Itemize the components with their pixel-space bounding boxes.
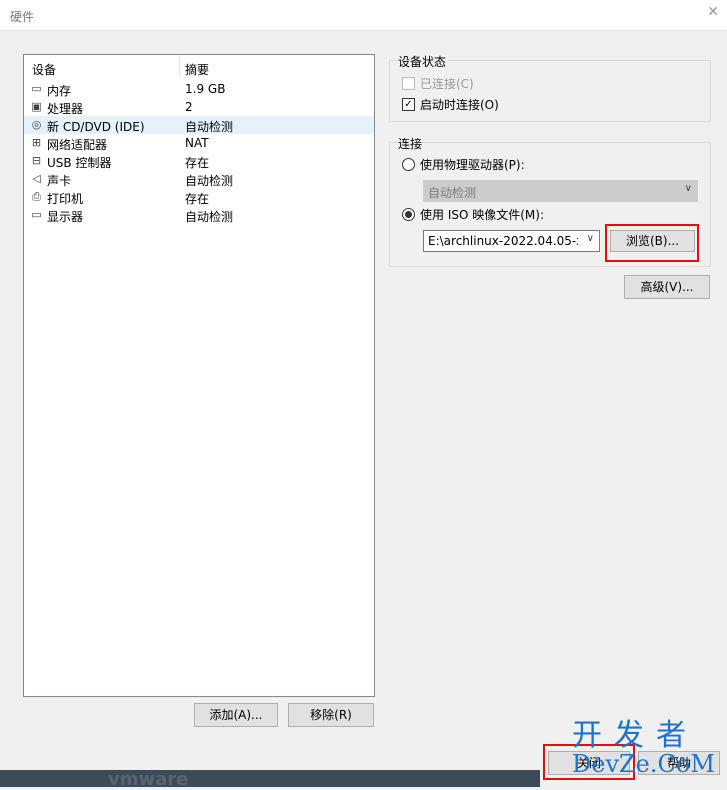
- physical-drive-label: 使用物理驱动器(P):: [420, 158, 525, 172]
- device-name: 处理器: [47, 102, 84, 116]
- device-summary: 存在: [185, 156, 210, 170]
- title-bar: 硬件 ✕: [0, 0, 727, 31]
- column-header-device[interactable]: 设备: [32, 61, 56, 78]
- device-summary: 存在: [185, 192, 210, 206]
- network-adapter-icon: ⊞: [31, 136, 42, 149]
- window-title: 硬件: [10, 10, 35, 24]
- iso-path-value: E:\archlinux-2022.04.05-x86_64.iso: [428, 234, 578, 248]
- iso-path-select[interactable]: E:\archlinux-2022.04.05-x86_64.iso ∨: [423, 230, 600, 252]
- list-item[interactable]: ▭ 显示器 自动检测: [24, 206, 374, 224]
- connected-label: 已连接(C): [420, 77, 474, 91]
- device-name: 打印机: [47, 192, 84, 206]
- remove-button[interactable]: 移除(R): [288, 703, 374, 727]
- iso-image-radio[interactable]: [402, 208, 415, 221]
- device-summary: 2: [185, 100, 193, 114]
- connect-at-power-on-checkbox[interactable]: ✓: [402, 98, 415, 111]
- device-name: 网络适配器: [47, 138, 108, 152]
- physical-drive-select[interactable]: 自动检测 ∨: [423, 180, 698, 202]
- advanced-button[interactable]: 高级(V)...: [624, 275, 710, 299]
- watermark: 开发者 DevZe.CoM: [572, 718, 722, 778]
- watermark-line2: DevZe.CoM: [572, 750, 715, 778]
- column-header-summary[interactable]: 摘要: [185, 61, 209, 78]
- physical-drive-select-value: 自动检测: [428, 186, 477, 200]
- list-item[interactable]: ◁ 声卡 自动检测: [24, 170, 374, 188]
- device-name: USB 控制器: [47, 156, 112, 170]
- list-item[interactable]: ▣ 处理器 2: [24, 98, 374, 116]
- connection-title: 连接: [397, 135, 424, 152]
- list-item[interactable]: ▭ 内存 1.9 GB: [24, 80, 374, 98]
- chevron-down-icon: ∨: [586, 233, 594, 244]
- device-name: 新 CD/DVD (IDE): [47, 120, 145, 134]
- add-button[interactable]: 添加(A)...: [194, 703, 278, 727]
- list-item[interactable]: ⊞ 网络适配器 NAT: [24, 134, 374, 152]
- list-item[interactable]: ⊟ USB 控制器 存在: [24, 152, 374, 170]
- watermark-line1: 开发者: [572, 718, 698, 753]
- chevron-down-icon: ∨: [684, 183, 692, 194]
- device-list[interactable]: 设备 摘要 ▭ 内存 1.9 GB ▣ 处理器 2 ◎ 新 CD/DVD (IDE) 自动检测 ⊞…: [23, 54, 375, 697]
- monitor-icon: ▭: [31, 208, 42, 221]
- device-summary: 自动检测: [185, 210, 234, 224]
- physical-drive-radio[interactable]: [402, 158, 415, 171]
- iso-image-label: 使用 ISO 映像文件(M):: [420, 208, 544, 222]
- list-item[interactable]: ◎ 新 CD/DVD (IDE) 自动检测: [24, 116, 374, 134]
- speaker-icon: ◁: [32, 172, 41, 185]
- device-summary: 自动检测: [185, 120, 234, 134]
- device-summary: NAT: [185, 136, 209, 150]
- connect-at-power-on-label: 启动时连接(O): [420, 98, 499, 112]
- device-summary: 1.9 GB: [185, 82, 226, 96]
- background-desktop-strip: [0, 770, 540, 787]
- device-status-group: 设备状态 已连接(C) ✓ 启动时连接(O): [389, 53, 711, 122]
- list-item[interactable]: ⎙ 打印机 存在: [24, 188, 374, 206]
- cd-dvd-icon: ◎: [31, 118, 42, 131]
- browse-highlight-box: [605, 224, 699, 262]
- device-name: 声卡: [47, 174, 72, 188]
- printer-icon: ⎙: [32, 190, 41, 203]
- memory-icon: ▭: [31, 82, 42, 95]
- device-name: 显示器: [47, 210, 84, 224]
- usb-icon: ⊟: [31, 154, 42, 167]
- device-summary: 自动检测: [185, 174, 234, 188]
- column-separator: [179, 55, 180, 77]
- list-header: 设备 摘要: [24, 55, 374, 79]
- connected-checkbox[interactable]: [402, 77, 415, 90]
- device-name: 内存: [47, 84, 72, 98]
- cpu-icon: ▣: [31, 100, 42, 113]
- close-icon[interactable]: ✕: [707, 4, 719, 20]
- device-status-title: 设备状态: [397, 53, 448, 70]
